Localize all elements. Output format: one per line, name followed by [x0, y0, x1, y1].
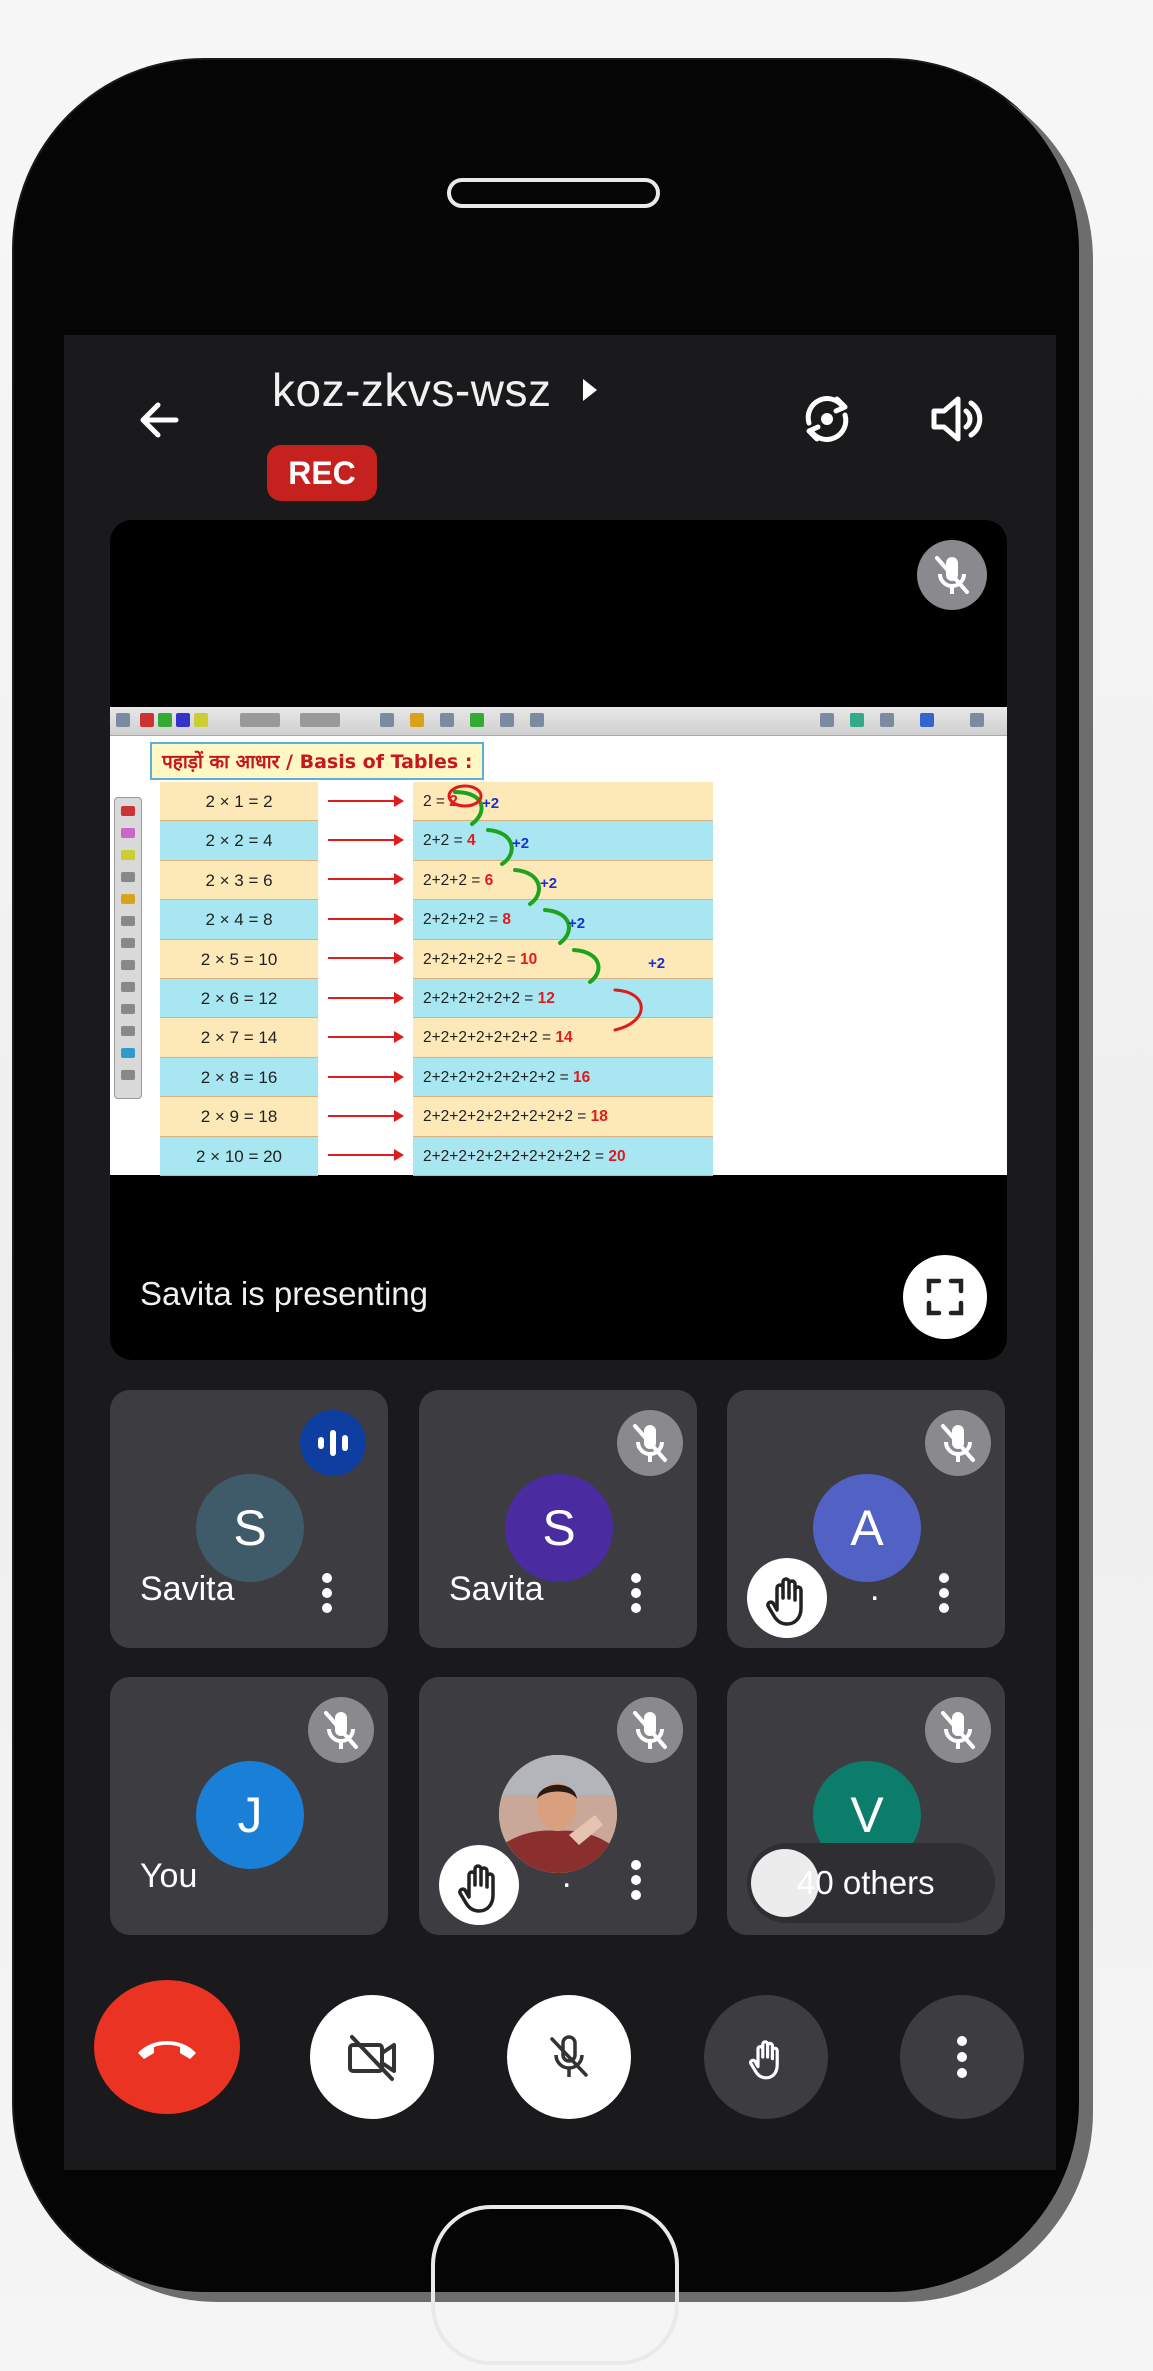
- table-row: 2 × 1 = 2: [160, 782, 318, 822]
- raise-hand-icon: [749, 2040, 779, 2080]
- hang-up-icon: [138, 2041, 196, 2059]
- red-arrow: [328, 952, 404, 964]
- table-row: 2+2+2+2+2+2 = 12: [413, 978, 713, 1019]
- participant-tile[interactable]: V 40 others: [727, 1677, 1005, 1935]
- slide-title: पहाड़ों का आधार / Basis of Tables :: [150, 742, 485, 780]
- speaker-volume-icon[interactable]: [924, 387, 988, 451]
- arrow-column: [320, 782, 410, 1176]
- participant-tile[interactable]: .: [419, 1677, 697, 1935]
- mic-off-icon: [925, 1410, 991, 1476]
- participant-name: .: [870, 1570, 880, 1608]
- table-row: 2 × 10 = 20: [160, 1136, 318, 1176]
- participant-name: .: [562, 1857, 572, 1895]
- phone-speaker-slot: [447, 178, 660, 208]
- avatar: J: [196, 1761, 304, 1869]
- raised-hand-icon: [439, 1845, 519, 1925]
- participant-name: Savita: [449, 1570, 544, 1608]
- red-arrow: [328, 1110, 404, 1122]
- others-count-label: 40 others: [797, 1864, 935, 1901]
- table-row: 2 × 7 = 14: [160, 1018, 318, 1058]
- table-row: 2+2+2+2+2+2+2+2+2 = 18: [413, 1097, 713, 1137]
- meeting-details-caret-icon[interactable]: [579, 375, 603, 405]
- camera-off-icon: [348, 2035, 396, 2081]
- avatar: S: [196, 1474, 304, 1582]
- mic-off-icon: [617, 1410, 683, 1476]
- red-arrow: [328, 834, 404, 846]
- phone-home-button[interactable]: [431, 2205, 679, 2365]
- red-arrow: [328, 795, 404, 807]
- table-row: 2+2+2+2+2+2+2+2 = 16: [413, 1057, 713, 1098]
- red-arrow: [328, 873, 404, 885]
- camera-toggle-button[interactable]: [310, 1995, 434, 2119]
- table-row: 2+2+2+2+2+2+2+2+2+2 = 20: [413, 1136, 713, 1176]
- phone-frame: koz-zkvs-wsz REC पहाड़ों का आधार / Basis…: [14, 60, 1079, 2365]
- addition-column: 2 = 2 2+2 = 4 2+2+2 = 6 2+2+2+2 = 8 2+2+…: [413, 782, 713, 1176]
- shared-app-toolbar: [110, 707, 1007, 736]
- table-row: 2 × 3 = 6: [160, 860, 318, 901]
- more-vert-icon[interactable]: [621, 1855, 651, 1905]
- table-row: 2 × 2 = 4: [160, 821, 318, 861]
- more-vert-icon[interactable]: [312, 1568, 342, 1618]
- meet-screen: koz-zkvs-wsz REC पहाड़ों का आधार / Basis…: [64, 335, 1056, 2170]
- red-arrow: [328, 1149, 404, 1161]
- participant-name: You: [140, 1857, 198, 1895]
- red-arrow: [328, 913, 404, 925]
- table-row: 2 × 4 = 8: [160, 900, 318, 940]
- table-row: 2 × 9 = 18: [160, 1097, 318, 1137]
- presentation-panel[interactable]: पहाड़ों का आधार / Basis of Tables : 2 × …: [110, 520, 1007, 1360]
- participant-tile[interactable]: A .: [727, 1390, 1005, 1648]
- raise-hand-button[interactable]: [704, 1995, 828, 2119]
- table-row: 2+2 = 4: [413, 821, 713, 861]
- recording-badge: REC: [267, 445, 377, 501]
- table-row: 2+2+2+2 = 8: [413, 900, 713, 940]
- back-arrow-icon[interactable]: [124, 385, 194, 455]
- more-options-button[interactable]: [900, 1995, 1024, 2119]
- participant-tile-self[interactable]: J You: [110, 1677, 388, 1935]
- more-vert-icon[interactable]: [621, 1568, 651, 1618]
- mic-off-icon: [550, 2035, 588, 2077]
- participant-name: Savita: [140, 1570, 235, 1608]
- avatar: S: [505, 1474, 613, 1582]
- mic-off-icon: [925, 1697, 991, 1763]
- raised-hand-icon: [747, 1558, 827, 1638]
- mic-off-icon: [617, 1697, 683, 1763]
- table-row: 2+2+2+2+2 = 10: [413, 939, 713, 979]
- avatar: A: [813, 1474, 921, 1582]
- multiplication-column: 2 × 1 = 2 2 × 2 = 4 2 × 3 = 6 2 × 4 = 8 …: [160, 782, 318, 1176]
- table-row: 2 × 6 = 12: [160, 978, 318, 1019]
- presenting-status-text: Savita is presenting: [140, 1275, 428, 1312]
- table-row: 2 = 2: [413, 782, 713, 822]
- table-row: 2 × 8 = 16: [160, 1057, 318, 1098]
- mic-off-icon: [308, 1697, 374, 1763]
- table-row: 2+2+2 = 6: [413, 860, 713, 901]
- meeting-code[interactable]: koz-zkvs-wsz: [272, 363, 551, 417]
- more-options-icon: [957, 2036, 967, 2078]
- others-count-pill[interactable]: 40 others: [747, 1843, 995, 1923]
- participant-tile[interactable]: S Savita: [110, 1390, 388, 1648]
- mic-toggle-button[interactable]: [507, 1995, 631, 2119]
- red-arrow: [328, 992, 404, 1004]
- end-call-button[interactable]: [94, 1980, 240, 2114]
- shared-app-left-toolbar: [114, 797, 142, 1099]
- fullscreen-icon: [926, 1278, 964, 1316]
- switch-camera-icon[interactable]: [791, 383, 863, 455]
- red-arrow: [328, 1031, 404, 1043]
- table-row: 2+2+2+2+2+2+2 = 14: [413, 1018, 713, 1058]
- fullscreen-button[interactable]: [903, 1255, 987, 1339]
- speaking-indicator-icon: [300, 1410, 366, 1476]
- presenter-mic-off-icon: [917, 540, 987, 610]
- red-arrow: [328, 1071, 404, 1083]
- more-vert-icon[interactable]: [929, 1568, 959, 1618]
- participant-tile[interactable]: S Savita: [419, 1390, 697, 1648]
- table-row: 2 × 5 = 10: [160, 939, 318, 979]
- shared-screen-content: पहाड़ों का आधार / Basis of Tables : 2 × …: [110, 707, 1007, 1176]
